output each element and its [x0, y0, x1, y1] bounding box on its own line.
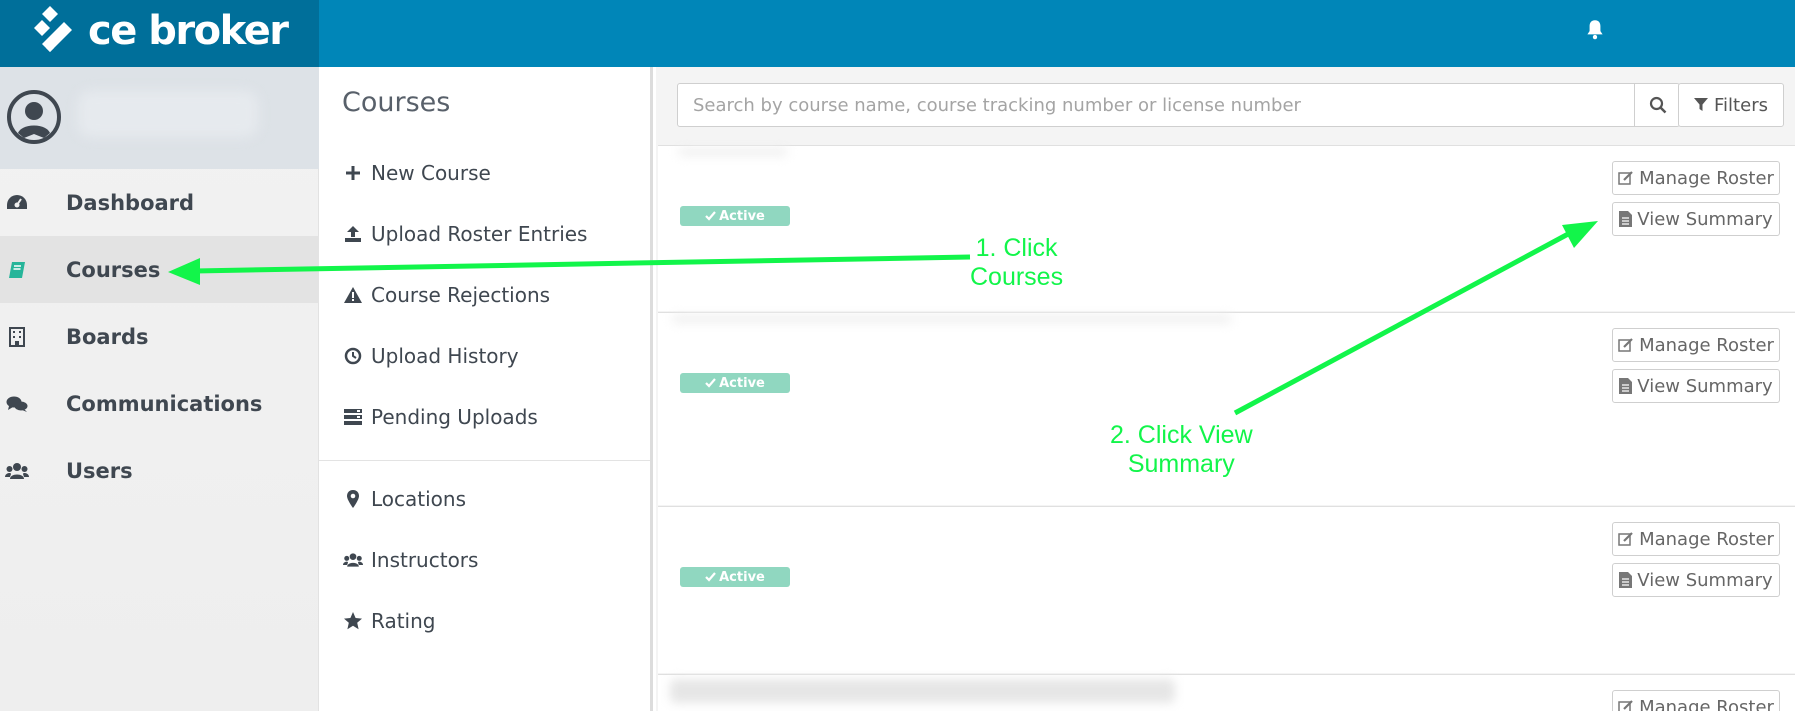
view-summary-button[interactable]: View Summary	[1612, 563, 1780, 597]
manage-roster-label: Manage Roster	[1639, 167, 1774, 189]
submenu-divider	[319, 460, 650, 461]
submenu-item-new-course[interactable]: New Course	[343, 153, 491, 193]
nav-label-communications: Communications	[66, 391, 263, 416]
annotation-step-2: 2. Click View Summary	[1110, 421, 1253, 478]
submenu-label-upload-roster: Upload Roster Entries	[371, 222, 588, 246]
filters-label: Filters	[1714, 94, 1768, 116]
redacted-text	[672, 315, 1232, 323]
nav-label-dashboard: Dashboard	[66, 190, 195, 215]
submenu-item-upload-roster[interactable]: Upload Roster Entries	[343, 214, 587, 254]
submenu-item-locations[interactable]: Locations	[343, 479, 466, 519]
redacted-text	[670, 679, 1175, 703]
courses-submenu: Courses New Course Upload Roster Entries…	[319, 67, 653, 711]
document-icon	[1619, 211, 1633, 227]
server-stack-icon	[343, 407, 363, 427]
top-bar: ce broker	[0, 0, 1795, 67]
manage-roster-label: Manage Roster	[1639, 334, 1774, 356]
brand-name: ce broker	[88, 8, 289, 54]
status-badge: Active	[680, 206, 790, 226]
warning-icon	[343, 285, 363, 305]
nav-item-users[interactable]: Users	[0, 437, 319, 504]
course-card: Manage Roster	[658, 674, 1795, 711]
clock-icon	[343, 346, 363, 366]
nav-item-dashboard[interactable]: Dashboard	[0, 169, 319, 236]
star-icon	[343, 611, 363, 631]
profile-name-redacted	[78, 91, 258, 137]
status-badge-label: Active	[719, 208, 765, 224]
submenu-label-rating: Rating	[371, 609, 436, 633]
user-profile[interactable]	[0, 67, 319, 169]
course-card: Active Manage Roster View Summary	[658, 506, 1795, 673]
nav-label-courses: Courses	[66, 257, 161, 282]
dashboard-gauge-icon	[5, 191, 29, 215]
view-summary-button[interactable]: View Summary	[1612, 369, 1780, 403]
submenu-item-upload-history[interactable]: Upload History	[343, 336, 519, 376]
brand-area[interactable]: ce broker	[0, 0, 319, 67]
status-badge: Active	[680, 373, 790, 393]
main-content: Filters Active Manage Roster View Summar…	[656, 67, 1795, 711]
map-marker-icon	[343, 489, 363, 509]
search-input[interactable]	[678, 84, 1635, 126]
status-badge: Active	[680, 567, 790, 587]
manage-roster-button[interactable]: Manage Roster	[1612, 522, 1780, 556]
nav-item-communications[interactable]: Communications	[0, 370, 319, 437]
submenu-item-course-rejections[interactable]: Course Rejections	[343, 275, 550, 315]
submenu-label-locations: Locations	[371, 487, 467, 511]
check-icon	[705, 211, 716, 221]
submenu-item-rating[interactable]: Rating	[343, 601, 435, 641]
search-bar	[677, 83, 1680, 127]
manage-roster-button[interactable]: Manage Roster	[1612, 690, 1780, 711]
view-summary-label: View Summary	[1637, 208, 1773, 230]
submenu-label-upload-history: Upload History	[371, 344, 519, 368]
submenu-title: Courses	[342, 87, 451, 118]
check-icon	[705, 572, 716, 582]
book-icon	[5, 258, 29, 282]
nav-item-courses[interactable]: Courses	[0, 236, 319, 303]
left-navigation: Dashboard Courses Boards Communications	[0, 67, 319, 711]
edit-icon	[1618, 700, 1633, 711]
document-icon	[1619, 572, 1633, 588]
chat-bubbles-icon	[5, 392, 29, 416]
notification-bell-icon[interactable]	[1582, 17, 1608, 43]
manage-roster-button[interactable]: Manage Roster	[1612, 161, 1780, 195]
view-summary-label: View Summary	[1637, 375, 1773, 397]
manage-roster-button[interactable]: Manage Roster	[1612, 328, 1780, 362]
edit-icon	[1618, 338, 1633, 352]
status-badge-label: Active	[719, 569, 765, 585]
submenu-item-instructors[interactable]: Instructors	[343, 540, 478, 580]
edit-icon	[1618, 171, 1633, 185]
check-icon	[705, 378, 716, 388]
app-root: ce broker Dashboard Courses Boards Commu…	[0, 0, 1795, 711]
submenu-label-course-rejections: Course Rejections	[371, 283, 551, 307]
document-icon	[1619, 378, 1633, 394]
redacted-text	[678, 148, 788, 156]
nav-label-users: Users	[66, 458, 133, 483]
nav-item-boards[interactable]: Boards	[0, 303, 319, 370]
submenu-label-pending-uploads: Pending Uploads	[371, 405, 538, 429]
submenu-item-pending-uploads[interactable]: Pending Uploads	[343, 397, 538, 437]
view-summary-label: View Summary	[1637, 569, 1773, 591]
users-icon	[343, 550, 363, 570]
plus-icon	[343, 163, 363, 183]
users-icon	[5, 459, 29, 483]
avatar-icon	[7, 90, 61, 144]
submenu-label-instructors: Instructors	[371, 548, 479, 572]
upload-icon	[343, 224, 363, 244]
ce-broker-logo-icon	[34, 6, 72, 52]
edit-icon	[1618, 532, 1633, 546]
building-icon	[5, 325, 29, 349]
annotation-step-1: 1. Click Courses	[970, 234, 1064, 291]
manage-roster-label: Manage Roster	[1639, 528, 1774, 550]
filters-button[interactable]: Filters	[1678, 83, 1784, 127]
search-icon	[1649, 96, 1666, 114]
manage-roster-label: Manage Roster	[1639, 696, 1774, 711]
nav-label-boards: Boards	[66, 324, 149, 349]
view-summary-button[interactable]: View Summary	[1612, 202, 1780, 236]
course-card: Active Manage Roster View Summary	[658, 145, 1795, 311]
filter-funnel-icon	[1694, 98, 1709, 111]
search-button[interactable]	[1634, 84, 1680, 126]
status-badge-label: Active	[719, 375, 765, 391]
submenu-label-new-course: New Course	[371, 161, 491, 185]
